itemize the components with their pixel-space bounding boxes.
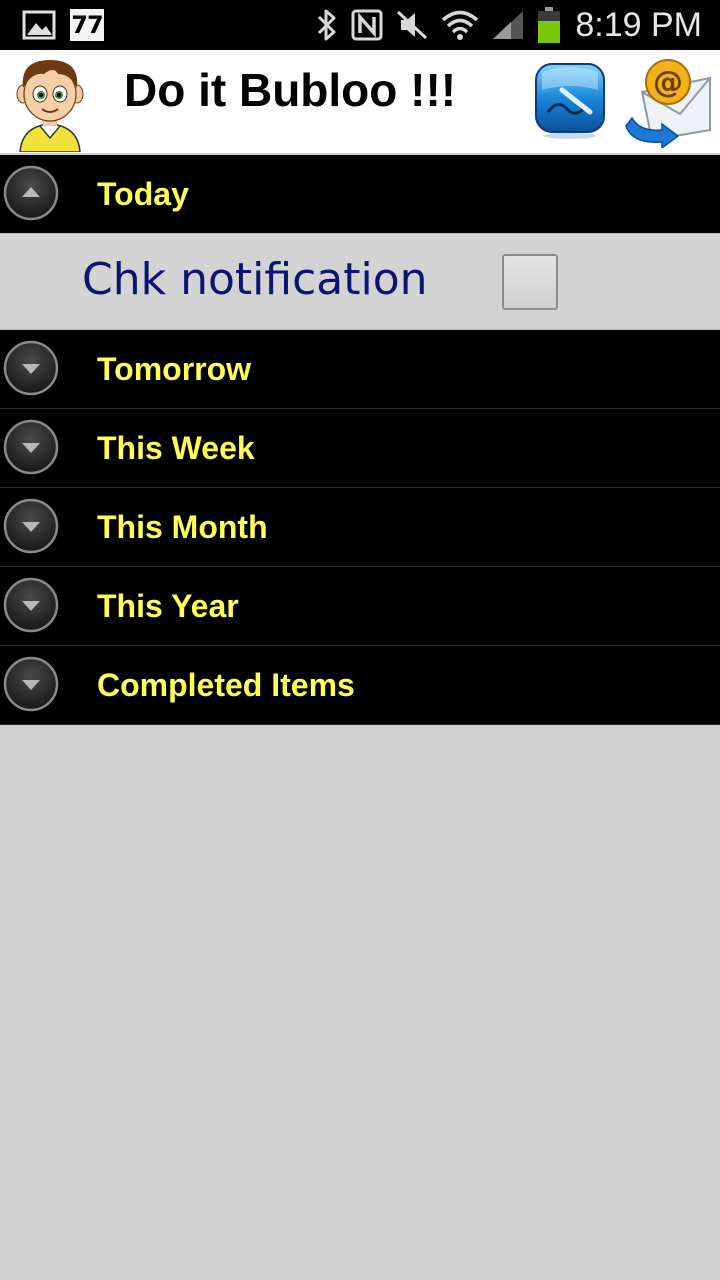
section-label: This Month: [97, 509, 268, 545]
chevron-down-icon[interactable]: [3, 340, 59, 396]
section-label: Tomorrow: [97, 351, 252, 387]
svg-text:@: @: [653, 65, 683, 100]
section-this-year[interactable]: This Year: [0, 567, 720, 646]
battery-icon: [537, 6, 561, 44]
section-completed-items[interactable]: Completed Items: [0, 646, 720, 725]
section-label: This Year: [97, 588, 239, 624]
section-label: This Week: [97, 430, 255, 466]
bluetooth-icon: [315, 8, 339, 42]
chevron-up-icon[interactable]: [3, 165, 59, 221]
chevron-down-icon[interactable]: [3, 498, 59, 554]
email-icon[interactable]: @: [622, 52, 716, 150]
sign-pen-icon[interactable]: [532, 60, 608, 140]
chevron-down-icon[interactable]: [3, 656, 59, 712]
status-bar: 77 8:19 PM: [0, 0, 720, 50]
section-today[interactable]: Today: [0, 155, 720, 234]
calendar-77-icon: 77: [70, 9, 104, 41]
list-item-chk-notification[interactable]: Chk notification: [0, 233, 720, 330]
item-label: Chk notification: [82, 254, 428, 305]
wifi-icon: [441, 8, 479, 42]
signal-icon: [491, 9, 525, 41]
chevron-down-icon[interactable]: [3, 577, 59, 633]
gallery-icon: [22, 10, 56, 40]
section-this-month[interactable]: This Month: [0, 488, 720, 567]
section-label: Today: [97, 176, 189, 212]
app-title: Do it Bubloo !!!: [124, 64, 457, 116]
boy-avatar-icon: [10, 52, 90, 153]
section-tomorrow[interactable]: Tomorrow: [0, 330, 720, 409]
app-header: Do it Bubloo !!! @: [0, 50, 720, 153]
section-this-week[interactable]: This Week: [0, 409, 720, 488]
nfc-icon: [351, 9, 383, 41]
section-label: Completed Items: [97, 667, 355, 703]
mute-icon: [395, 9, 429, 41]
chevron-down-icon[interactable]: [3, 419, 59, 475]
status-clock: 8:19 PM: [575, 5, 702, 44]
notification-checkbox[interactable]: [502, 254, 558, 310]
